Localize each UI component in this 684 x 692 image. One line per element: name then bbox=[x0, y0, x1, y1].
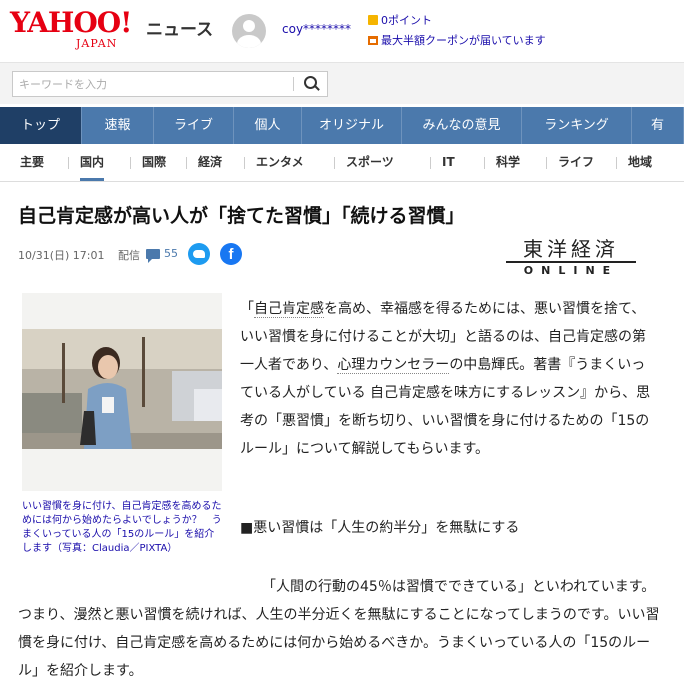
category-divider bbox=[334, 157, 335, 169]
category-nav-item[interactable]: 国内 bbox=[80, 144, 105, 181]
main-nav: トップ 速報 ライブ 個人 オリジナル みんなの意見 ランキング有 bbox=[0, 107, 684, 144]
body-paragraph: 「人間の行動の45％は習慣でできている」といわれています。つまり、漫然と悪い習慣… bbox=[18, 579, 660, 679]
search-divider bbox=[293, 77, 294, 91]
cart-icon bbox=[368, 36, 378, 45]
main-nav-tab[interactable]: 個人 bbox=[234, 107, 302, 144]
publish-date: 10/31(日) 17:01 bbox=[18, 249, 105, 262]
search-input[interactable] bbox=[12, 71, 328, 97]
category-divider bbox=[68, 157, 69, 169]
keyword-link-self-esteem[interactable]: 自己肯定感 bbox=[254, 301, 324, 318]
category-nav-item[interactable]: 主要 bbox=[20, 144, 44, 181]
search-icon[interactable] bbox=[300, 73, 322, 95]
lead-open-quote: 「 bbox=[240, 301, 254, 317]
category-divider bbox=[130, 157, 131, 169]
category-nav-item[interactable]: スポーツ bbox=[346, 144, 394, 181]
main-nav-tab[interactable]: みんなの意見 bbox=[402, 107, 522, 144]
publisher-sub: ONLINE bbox=[506, 261, 636, 277]
section-heading: ■悪い習慣は「人生の約半分」を無駄にする bbox=[240, 520, 520, 536]
photo-illustration bbox=[22, 293, 222, 491]
service-name[interactable]: ニュース bbox=[146, 15, 213, 40]
main-nav-tab[interactable]: オリジナル bbox=[302, 107, 402, 144]
logo-main: YAHOO! bbox=[10, 6, 132, 39]
main-nav-tab[interactable]: ライブ bbox=[154, 107, 234, 144]
category-nav-item[interactable]: 経済 bbox=[198, 144, 222, 181]
site-header: YAHOO! JAPAN ニュース coy******** 0ポイント 最大半額… bbox=[0, 0, 684, 62]
logo-sub: JAPAN bbox=[76, 37, 118, 50]
coupon-text: 最大半額クーポンが届いています bbox=[381, 34, 546, 47]
twitter-share-icon[interactable] bbox=[188, 243, 210, 265]
category-divider bbox=[616, 157, 617, 169]
yahoo-japan-logo[interactable]: YAHOO! JAPAN bbox=[10, 8, 140, 52]
keyword-link-counselor[interactable]: 心理カウンセラー bbox=[337, 357, 450, 374]
avatar[interactable] bbox=[232, 14, 266, 48]
category-nav-item[interactable]: IT bbox=[442, 144, 455, 181]
search-bar bbox=[0, 62, 684, 104]
publish-label: 配信 bbox=[118, 249, 140, 262]
article-photo[interactable] bbox=[22, 293, 222, 491]
points-link[interactable]: 0ポイント bbox=[368, 12, 432, 28]
category-nav-item[interactable]: ライフ bbox=[558, 144, 594, 181]
article-lead: 「自己肯定感を高め、幸福感を得るためには、悪い習慣を捨て、いい習慣を身に付けるこ… bbox=[240, 295, 658, 463]
publisher-logo[interactable]: 東洋経済 ONLINE bbox=[506, 233, 636, 279]
comment-icon[interactable] bbox=[146, 249, 160, 263]
points-icon bbox=[368, 15, 378, 25]
category-nav: 主要 国内 国際 経済 エンタメ スポーツ IT 科学 ライフ 地域 bbox=[0, 144, 684, 182]
category-nav-item[interactable]: 国際 bbox=[142, 144, 166, 181]
category-divider bbox=[546, 157, 547, 169]
facebook-share-icon[interactable]: f bbox=[220, 243, 242, 265]
main-nav-tab[interactable]: トップ bbox=[0, 107, 82, 144]
article: 自己肯定感が高い人が「捨てた習慣」「続ける習慣」 10/31(日) 17:01 … bbox=[0, 183, 684, 692]
username-link[interactable]: coy******** bbox=[282, 22, 351, 36]
publisher-name: 東洋経済 bbox=[523, 237, 619, 261]
comment-count[interactable]: 55 bbox=[164, 247, 178, 260]
lead-paragraph: 「自己肯定感を高め、幸福感を得るためには、悪い習慣を捨て、いい習慣を身に付けるこ… bbox=[240, 295, 658, 463]
article-title: 自己肯定感が高い人が「捨てた習慣」「続ける習慣」 bbox=[18, 205, 465, 227]
category-divider bbox=[244, 157, 245, 169]
photo-caption[interactable]: いい習慣を身に付け、自己肯定感を高めるためには何から始めたらよいでしょうか？ う… bbox=[22, 500, 222, 556]
main-nav-tab[interactable]: 有 bbox=[632, 107, 684, 144]
category-nav-item[interactable]: 地域 bbox=[628, 144, 652, 181]
main-nav-tab[interactable]: ランキング bbox=[522, 107, 632, 144]
category-divider bbox=[430, 157, 431, 169]
coupon-link[interactable]: 最大半額クーポンが届いています bbox=[368, 32, 546, 48]
category-divider bbox=[186, 157, 187, 169]
category-divider bbox=[484, 157, 485, 169]
category-nav-item[interactable]: 科学 bbox=[496, 144, 520, 181]
category-nav-item[interactable]: エンタメ bbox=[256, 144, 304, 181]
main-nav-tab[interactable]: 速報 bbox=[82, 107, 154, 144]
points-text: 0ポイント bbox=[381, 14, 432, 27]
